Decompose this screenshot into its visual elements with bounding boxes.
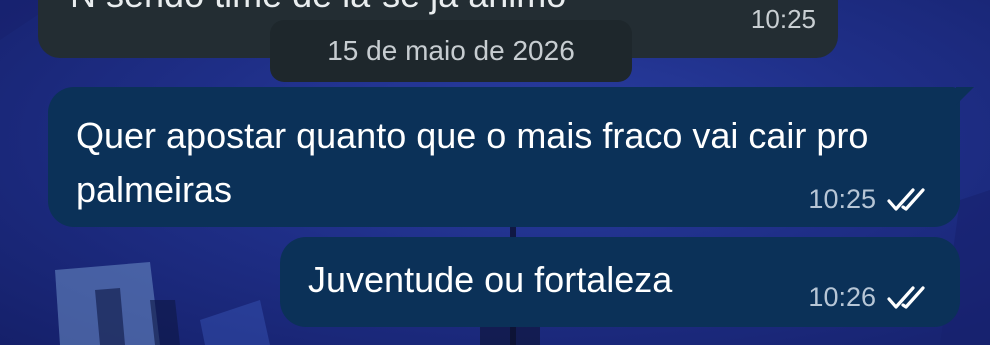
message-meta: 10:26	[808, 282, 930, 313]
bubble-tail	[956, 87, 974, 105]
message-time: 10:26	[808, 282, 876, 312]
message-time: 10:25	[750, 4, 816, 34]
message-meta: 10:25	[808, 184, 930, 215]
double-check-icon	[886, 285, 930, 311]
message-text: Juventude ou fortaleza	[308, 259, 673, 300]
double-check-icon	[886, 187, 930, 213]
outgoing-message-bubble[interactable]: Quer apostar quanto que o mais fraco vai…	[48, 87, 974, 227]
message-text: Quer apostar quanto que o mais fraco vai…	[76, 115, 869, 210]
message-text: N sendo time de lá-se já ânimo	[70, 0, 566, 16]
outgoing-message-bubble[interactable]: Juventude ou fortaleza 10:26	[280, 237, 960, 327]
message-time: 10:25	[808, 184, 876, 214]
date-divider: 15 de maio de 2026	[270, 20, 632, 82]
